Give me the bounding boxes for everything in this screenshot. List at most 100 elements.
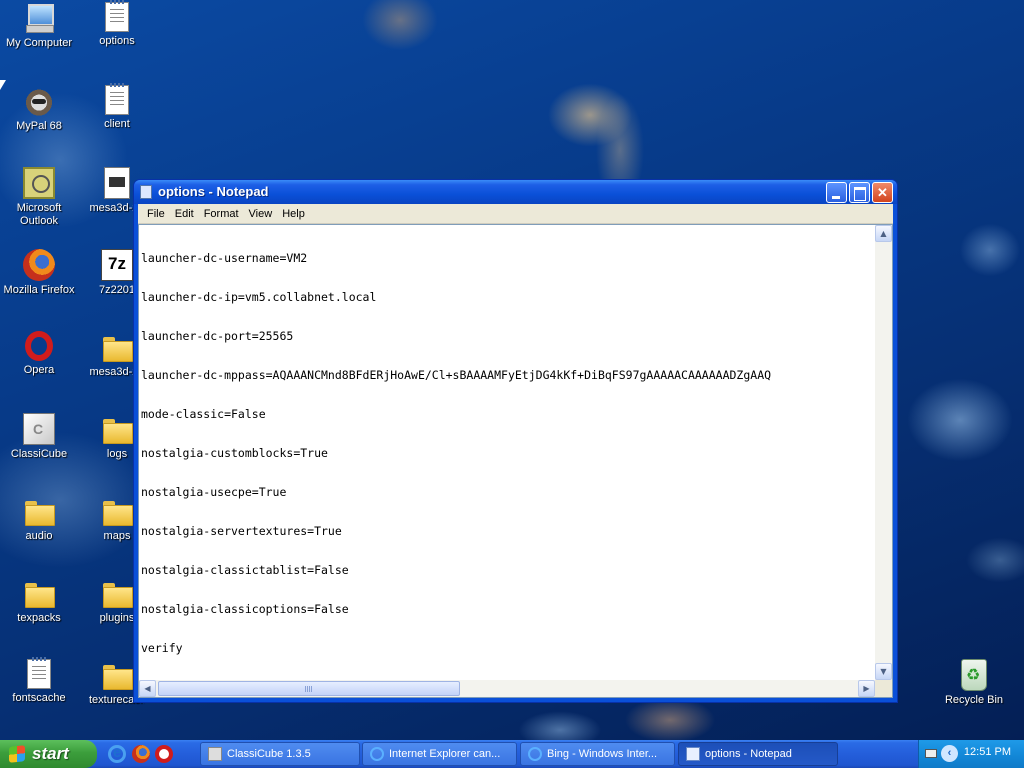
text-line: nostalgia-classicoptions=False: [141, 602, 349, 616]
windows-logo-icon: [9, 745, 25, 763]
window-titlebar[interactable]: options - Notepad ✕: [134, 180, 897, 204]
menu-bar: File Edit Format View Help: [138, 204, 893, 224]
text-line: launcher-dc-ip=vm5.collabnet.local: [141, 290, 377, 304]
document-icon: [105, 83, 129, 115]
taskbar-button-notepad[interactable]: options - Notepad: [678, 742, 838, 766]
taskbar-button-label: ClassiCube 1.3.5: [227, 748, 311, 760]
desktop-icon-client[interactable]: client: [78, 83, 156, 131]
desktop-icon-recycle-bin[interactable]: Recycle Bin: [935, 659, 1013, 707]
notepad-icon: [686, 747, 700, 761]
taskbar: start ClassiCube 1.3.5 Internet Explorer…: [0, 740, 1024, 768]
desktop-icon-mypal[interactable]: MyPal 68: [0, 85, 78, 133]
taskbar-button-label: Bing - Windows Inter...: [547, 748, 658, 760]
firefox-icon[interactable]: [132, 745, 150, 763]
maximize-button[interactable]: [849, 182, 870, 203]
close-button[interactable]: ✕: [872, 182, 893, 203]
notepad-icon: [140, 185, 152, 199]
desktop-icon-firefox[interactable]: Mozilla Firefox: [0, 249, 78, 297]
outlook-icon: [23, 167, 55, 199]
vertical-scrollbar[interactable]: ▲ ▼: [875, 225, 892, 680]
computer-icon: [23, 2, 55, 34]
taskbar-button-ie-error[interactable]: Internet Explorer can...: [362, 742, 517, 766]
desktop-icon-texpacks[interactable]: texpacks: [0, 577, 78, 625]
system-tray: ‹ 12:51 PM: [918, 740, 1024, 768]
keyboard-icon[interactable]: [925, 749, 937, 758]
desktop-icon-classicube[interactable]: ClassiCube: [0, 413, 78, 461]
folder-icon: [101, 331, 133, 363]
cube-icon: [23, 413, 55, 445]
taskbar-button-classicube[interactable]: ClassiCube 1.3.5: [200, 742, 360, 766]
internet-explorer-icon[interactable]: [108, 744, 126, 763]
text-line: launcher-dc-port=25565: [141, 329, 294, 343]
notepad-window: options - Notepad ✕ File Edit Format Vie…: [133, 179, 898, 703]
desktop-icon-label: audio: [25, 530, 53, 542]
desktop-icon-label: Microsoft Outlook: [16, 202, 62, 227]
mouse-cursor-icon: [0, 80, 6, 90]
text-editor[interactable]: launcher-dc-username=VM2 launcher-dc-ip=…: [139, 225, 875, 680]
desktop-icon-label: Mozilla Firefox: [3, 284, 75, 296]
horizontal-scrollbar[interactable]: ◀ ▶: [139, 680, 875, 697]
start-label: start: [32, 744, 69, 763]
desktop-icon-label: Recycle Bin: [944, 694, 1004, 706]
recycle-bin-icon: [961, 659, 987, 691]
7zip-icon: [101, 249, 133, 281]
horizontal-scroll-thumb[interactable]: [158, 681, 460, 696]
menu-edit[interactable]: Edit: [170, 208, 199, 220]
desktop-icon-label: MyPal 68: [16, 120, 62, 132]
folder-icon: [101, 413, 133, 445]
text-editor-area[interactable]: launcher-dc-username=VM2 launcher-dc-ip=…: [138, 224, 893, 698]
taskbar-button-bing[interactable]: Bing - Windows Inter...: [520, 742, 675, 766]
text-line: nostalgia-usecpe=True: [141, 485, 287, 499]
desktop-icon-opera[interactable]: Opera: [0, 331, 78, 377]
firefox-icon: [23, 249, 55, 281]
folder-icon: [23, 495, 55, 527]
clock[interactable]: 12:51 PM: [964, 746, 1011, 758]
desktop-icon-label: My Computer: [5, 37, 73, 49]
text-line: nostalgia-customblocks=True: [141, 446, 328, 460]
text-line: nostalgia-servertextures=True: [141, 524, 342, 538]
scroll-left-icon[interactable]: ◀: [139, 680, 156, 697]
document-icon: [104, 167, 130, 199]
desktop-icon-my-computer[interactable]: My Computer: [0, 2, 78, 50]
scroll-down-icon[interactable]: ▼: [875, 663, 892, 680]
text-line: nostalgia-classictablist=False: [141, 563, 349, 577]
start-button[interactable]: start: [0, 740, 97, 768]
folder-icon: [101, 577, 133, 609]
text-line: launcher-dc-mppass=AQAAANCMnd8BFdERjHoAw…: [141, 368, 772, 382]
menu-view[interactable]: View: [244, 208, 278, 220]
desktop-icon-label: client: [104, 118, 130, 130]
document-icon: [105, 0, 129, 32]
show-hidden-icons-icon[interactable]: ‹: [941, 745, 958, 762]
desktop-icon-outlook[interactable]: Microsoft Outlook: [0, 167, 78, 228]
desktop-icon-label: fontscache: [12, 692, 66, 704]
menu-help[interactable]: Help: [277, 208, 310, 220]
opera-icon: [25, 331, 53, 361]
taskbar-button-label: Internet Explorer can...: [389, 748, 501, 760]
scroll-right-icon[interactable]: ▶: [858, 680, 875, 697]
menu-format[interactable]: Format: [199, 208, 244, 220]
scroll-up-icon[interactable]: ▲: [875, 225, 892, 242]
desktop-icon-options[interactable]: options: [78, 0, 156, 48]
raccoon-icon: [23, 85, 55, 117]
size-grip[interactable]: [875, 680, 892, 697]
folder-icon: [101, 495, 133, 527]
minimize-button[interactable]: [826, 182, 847, 203]
taskbar-button-label: options - Notepad: [705, 748, 792, 760]
desktop-icon-label: Opera: [23, 364, 55, 376]
menu-file[interactable]: File: [142, 208, 170, 220]
desktop-icon-fontscache[interactable]: fontscache: [0, 657, 78, 705]
text-line: mode-classic=False: [141, 407, 266, 421]
desktop-icon-label: texpacks: [17, 612, 61, 624]
internet-explorer-icon: [528, 747, 542, 761]
desktop-icon-audio[interactable]: audio: [0, 495, 78, 543]
document-icon: [27, 657, 51, 689]
opera-icon[interactable]: [155, 745, 173, 763]
text-line: launcher-dc-username=VM2: [141, 251, 308, 265]
desktop-icon-label: ClassiCube: [10, 448, 68, 460]
text-line: verify: [141, 641, 183, 655]
folder-icon: [23, 577, 55, 609]
internet-explorer-icon: [370, 747, 384, 761]
desktop-icon-label: options: [99, 35, 135, 47]
cube-icon: [208, 747, 222, 761]
window-title: options - Notepad: [158, 184, 269, 199]
